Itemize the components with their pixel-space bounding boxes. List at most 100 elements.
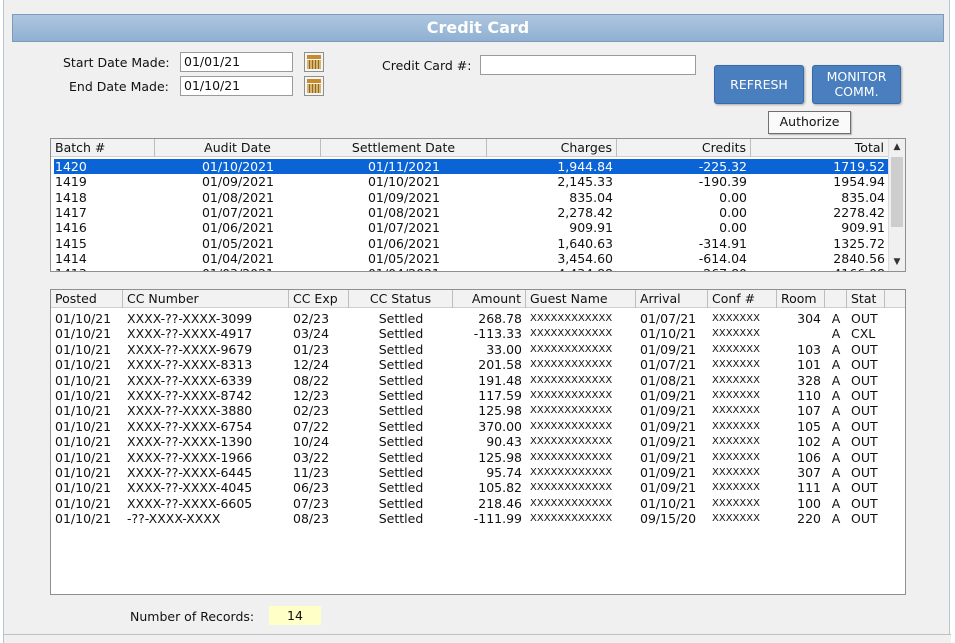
batch-row[interactable]: 1420 01/10/2021 01/11/2021 1,944.84 -225.32 1… [54, 159, 888, 175]
transaction-cell: 01/10/21 [55, 403, 112, 419]
transactions-header-cell[interactable]: CC Status [349, 290, 453, 308]
transaction-cell: Settled [378, 480, 424, 496]
transaction-cell: Settled [378, 326, 424, 342]
batch-header-cell[interactable]: Total [751, 139, 889, 157]
transaction-cell: OUT [851, 341, 878, 357]
scrollbar-thumb[interactable] [891, 157, 903, 227]
transaction-cell: 12/23 [293, 388, 330, 403]
batch-cell: 2,145.33 [557, 174, 613, 190]
batch-table-scrollbar[interactable]: ▲ ▼ [888, 139, 905, 271]
transaction-cell: A [831, 465, 841, 480]
batch-cell: 01/10/2021 [367, 174, 441, 190]
transaction-cell: 01/07/21 [640, 311, 697, 326]
transaction-row[interactable]: 01/10/21 -??-XXXX-XXXX 08/23 Settled -111.99… [53, 511, 903, 526]
transaction-row[interactable]: 01/10/21 XXXX-??-XXXX-8313 12/24 Settled 201… [53, 357, 903, 372]
transaction-cell: 95.74 [486, 465, 522, 480]
batch-header-cell[interactable]: Settlement Date [321, 139, 487, 157]
transaction-row[interactable]: 01/10/21 XXXX-??-XXXX-4045 06/23 Settled 105… [53, 480, 903, 495]
batch-cell: 2,278.42 [557, 204, 613, 220]
authorize-button[interactable]: Authorize [768, 111, 851, 134]
batch-cell: 01/09/2021 [201, 174, 275, 190]
transaction-cell: 01/09/21 [640, 480, 697, 496]
transaction-cell: 01/10/21 [55, 465, 112, 480]
batch-header-cell[interactable]: Audit Date [155, 139, 321, 157]
batch-row[interactable]: 1417 01/07/2021 01/08/2021 2,278.42 0.00 2278… [54, 205, 888, 220]
transaction-cell: 01/10/21 [55, 357, 112, 373]
transaction-cell: XXXX-??-XXXX-6445 [127, 465, 253, 480]
transaction-row[interactable]: 01/10/21 XXXX-??-XXXX-6605 07/23 Settled 218… [53, 496, 903, 511]
transaction-row[interactable]: 01/10/21 XXXX-??-XXXX-9679 01/23 Settled 33.… [53, 342, 903, 357]
transactions-header-cell[interactable] [825, 290, 847, 308]
transaction-cell: 103 [797, 341, 821, 357]
batch-row[interactable]: 1415 01/05/2021 01/06/2021 1,640.63 -314.91 1… [54, 236, 888, 251]
transaction-cell: 01/08/21 [640, 372, 697, 388]
start-date-calendar-icon[interactable] [304, 52, 324, 72]
transactions-header-cell[interactable]: Conf # [708, 290, 777, 308]
transaction-cell: XXXXXXX [712, 390, 760, 401]
transactions-header-cell[interactable]: Stat [847, 290, 885, 308]
batch-header-cell[interactable]: Charges [487, 139, 617, 157]
transaction-cell: Settled [378, 311, 424, 326]
batch-row[interactable]: 1418 01/08/2021 01/09/2021 835.04 0.00 835.04 [54, 190, 888, 205]
batch-row[interactable]: 1416 01/06/2021 01/07/2021 909.91 0.00 909.91 [54, 220, 888, 235]
transaction-cell: XXXXXXXXXXXX [530, 405, 613, 417]
batch-row[interactable]: 1419 01/09/2021 01/10/2021 2,145.33 -190.39 1… [54, 174, 888, 189]
transactions-header-cell[interactable]: CC Number [123, 290, 289, 308]
transaction-cell: A [831, 326, 841, 342]
transaction-cell: 01/09/21 [640, 434, 697, 450]
transaction-cell: A [831, 434, 841, 450]
credit-card-number-field[interactable] [480, 55, 696, 75]
transaction-cell: OUT [851, 495, 878, 511]
transaction-cell: 107 [797, 403, 821, 419]
transactions-header-cell[interactable]: CC Exp [289, 290, 349, 308]
scroll-up-icon[interactable]: ▲ [889, 139, 905, 156]
transaction-cell: OUT [851, 480, 878, 496]
transaction-row[interactable]: 01/10/21 XXXX-??-XXXX-3099 02/23 Settled 268… [53, 311, 903, 326]
transaction-row[interactable]: 01/10/21 XXXX-??-XXXX-1390 10/24 Settled 90.… [53, 434, 903, 449]
transaction-row[interactable]: 01/10/21 XXXX-??-XXXX-6445 11/23 Settled 95.… [53, 465, 903, 480]
refresh-button[interactable]: REFRESH [714, 65, 804, 104]
transactions-header-cell[interactable]: Arrival [636, 290, 708, 308]
transaction-cell: XXXX-??-XXXX-6605 [127, 495, 253, 511]
transaction-cell: Settled [378, 511, 424, 527]
monitor-comm-label-line1: MONITOR [826, 69, 887, 84]
batch-cell: 01/07/2021 [201, 204, 275, 220]
end-date-field[interactable]: 01/10/21 [180, 76, 293, 96]
transactions-header-cell[interactable]: Guest Name [526, 290, 636, 308]
transaction-cell: XXXX-??-XXXX-1966 [127, 449, 253, 465]
transaction-row[interactable]: 01/10/21 XXXX-??-XXXX-4917 03/24 Settled -11… [53, 326, 903, 341]
transaction-cell: XXXXXXXXXXXX [530, 482, 613, 494]
start-date-field[interactable]: 01/01/21 [180, 52, 293, 72]
transaction-cell: 01/10/21 [55, 449, 112, 465]
transaction-cell: 01/10/21 [55, 326, 112, 342]
transaction-row[interactable]: 01/10/21 XXXX-??-XXXX-8742 12/23 Settled 117… [53, 388, 903, 403]
batch-cell: 01/06/2021 [201, 220, 275, 236]
batch-header-cell[interactable]: Credits [617, 139, 751, 157]
records-count-value: 14 [269, 606, 321, 625]
transaction-row[interactable]: 01/10/21 XXXX-??-XXXX-6754 07/22 Settled 370… [53, 419, 903, 434]
transactions-header-cell[interactable]: Room [777, 290, 825, 308]
transactions-header-cell[interactable]: Amount [453, 290, 526, 308]
transaction-row[interactable]: 01/10/21 XXXX-??-XXXX-3880 02/23 Settled 125… [53, 403, 903, 418]
batch-row[interactable]: 1414 01/04/2021 01/05/2021 3,454.60 -614.04 2… [54, 251, 888, 266]
batch-header-cell[interactable]: Batch # [51, 139, 155, 157]
transaction-cell: 07/23 [293, 495, 330, 511]
scroll-down-icon[interactable]: ▼ [889, 254, 905, 271]
batch-cell: 1415 [55, 235, 87, 251]
transaction-cell: 111 [797, 480, 821, 496]
transaction-row[interactable]: 01/10/21 XXXX-??-XXXX-1966 03/22 Settled 125… [53, 450, 903, 465]
transaction-cell: 01/07/21 [640, 357, 697, 373]
transaction-cell: OUT [851, 311, 878, 326]
batch-cell: 1954.94 [833, 174, 885, 190]
batch-row[interactable]: 141301/03/202101/04/20214,434.88-267.804… [54, 266, 888, 271]
transaction-cell: XXXXXXXXXXXX [530, 313, 613, 324]
transactions-header-cell[interactable]: Posted [51, 290, 123, 308]
transaction-row[interactable]: 01/10/21 XXXX-??-XXXX-6339 08/22 Settled 191… [53, 373, 903, 388]
transaction-cell: XXXX-??-XXXX-3880 [127, 403, 253, 419]
monitor-comm-button[interactable]: MONITOR COMM. [812, 65, 901, 104]
transaction-cell: A [831, 341, 841, 357]
transaction-cell: 110 [797, 388, 821, 403]
transaction-cell: 125.98 [478, 403, 522, 419]
records-count-label: Number of Records: [130, 609, 255, 624]
end-date-calendar-icon[interactable] [304, 76, 324, 96]
